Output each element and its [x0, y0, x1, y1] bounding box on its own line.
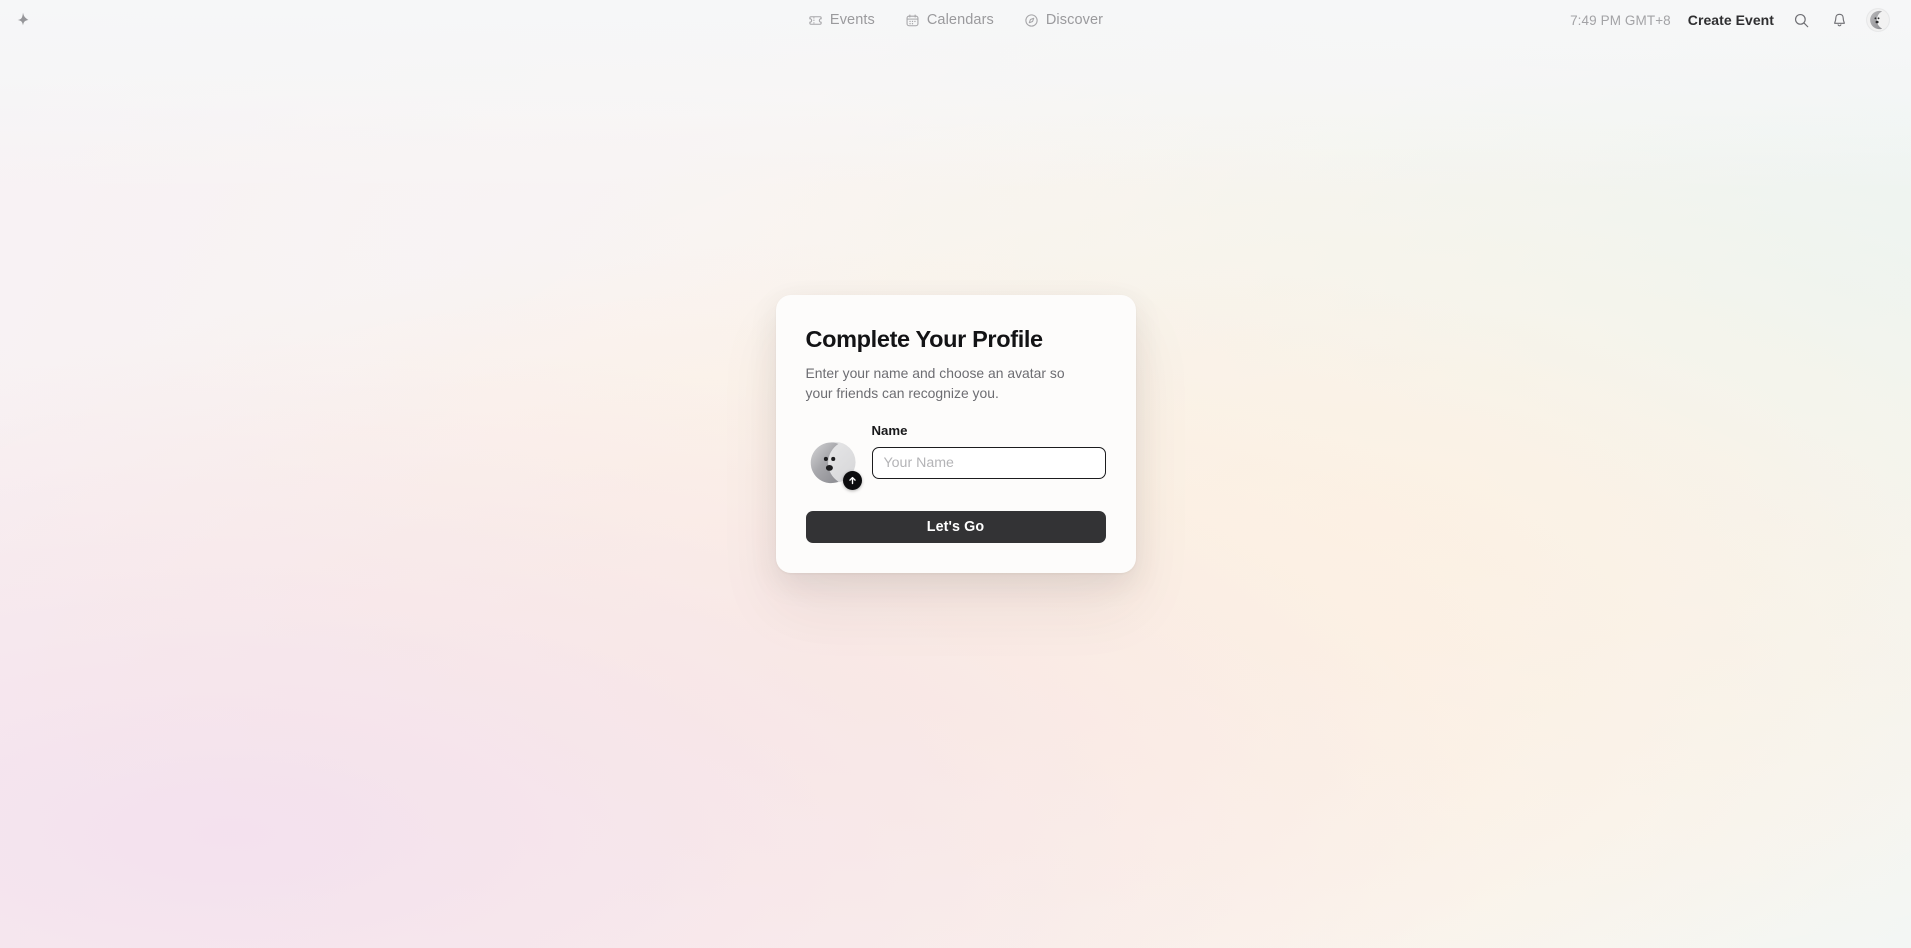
nav-item-discover[interactable]: Discover	[1022, 9, 1105, 31]
page-title: Complete Your Profile	[805, 326, 1044, 353]
nav-item-events-label: Events	[829, 12, 875, 28]
nav-item-calendars[interactable]: Calendars	[903, 9, 996, 31]
card-subtitle: Enter your name and choose an avatar so …	[805, 365, 1065, 401]
nav-item-calendars-label: Calendars	[926, 12, 994, 28]
sparkle-star-icon[interactable]	[14, 11, 32, 29]
calendar-icon	[905, 13, 920, 28]
avatar-picker[interactable]	[806, 437, 862, 490]
nav-right-group: 7:49 PM GMT+8 Create Event	[1570, 9, 1889, 31]
search-icon[interactable]	[1791, 10, 1812, 31]
compass-icon	[1024, 13, 1039, 28]
avatar[interactable]	[1867, 9, 1889, 31]
modal-stage: Complete Your Profile Enter your name an…	[0, 0, 1911, 948]
bell-icon[interactable]	[1829, 10, 1850, 31]
name-field-label: Name	[871, 422, 908, 438]
nav-item-discover-label: Discover	[1045, 12, 1104, 28]
name-input[interactable]	[871, 446, 1106, 479]
avatar-upload-button[interactable]	[842, 470, 862, 490]
create-event-button[interactable]: Create Event	[1688, 12, 1774, 28]
profile-input-row: Name	[806, 422, 1106, 490]
nav-item-events[interactable]: Events	[806, 9, 877, 31]
lets-go-button[interactable]: Let's Go	[805, 510, 1106, 543]
ticket-icon	[808, 13, 823, 28]
name-field-group: Name	[871, 422, 1106, 479]
arrow-up-icon	[847, 475, 858, 486]
current-time: 7:49 PM GMT+8	[1570, 12, 1671, 28]
top-navigation-bar: Events Calendars Discover 7:49 PM GMT+8 …	[0, 0, 1911, 40]
complete-profile-card: Complete Your Profile Enter your name an…	[775, 295, 1136, 573]
